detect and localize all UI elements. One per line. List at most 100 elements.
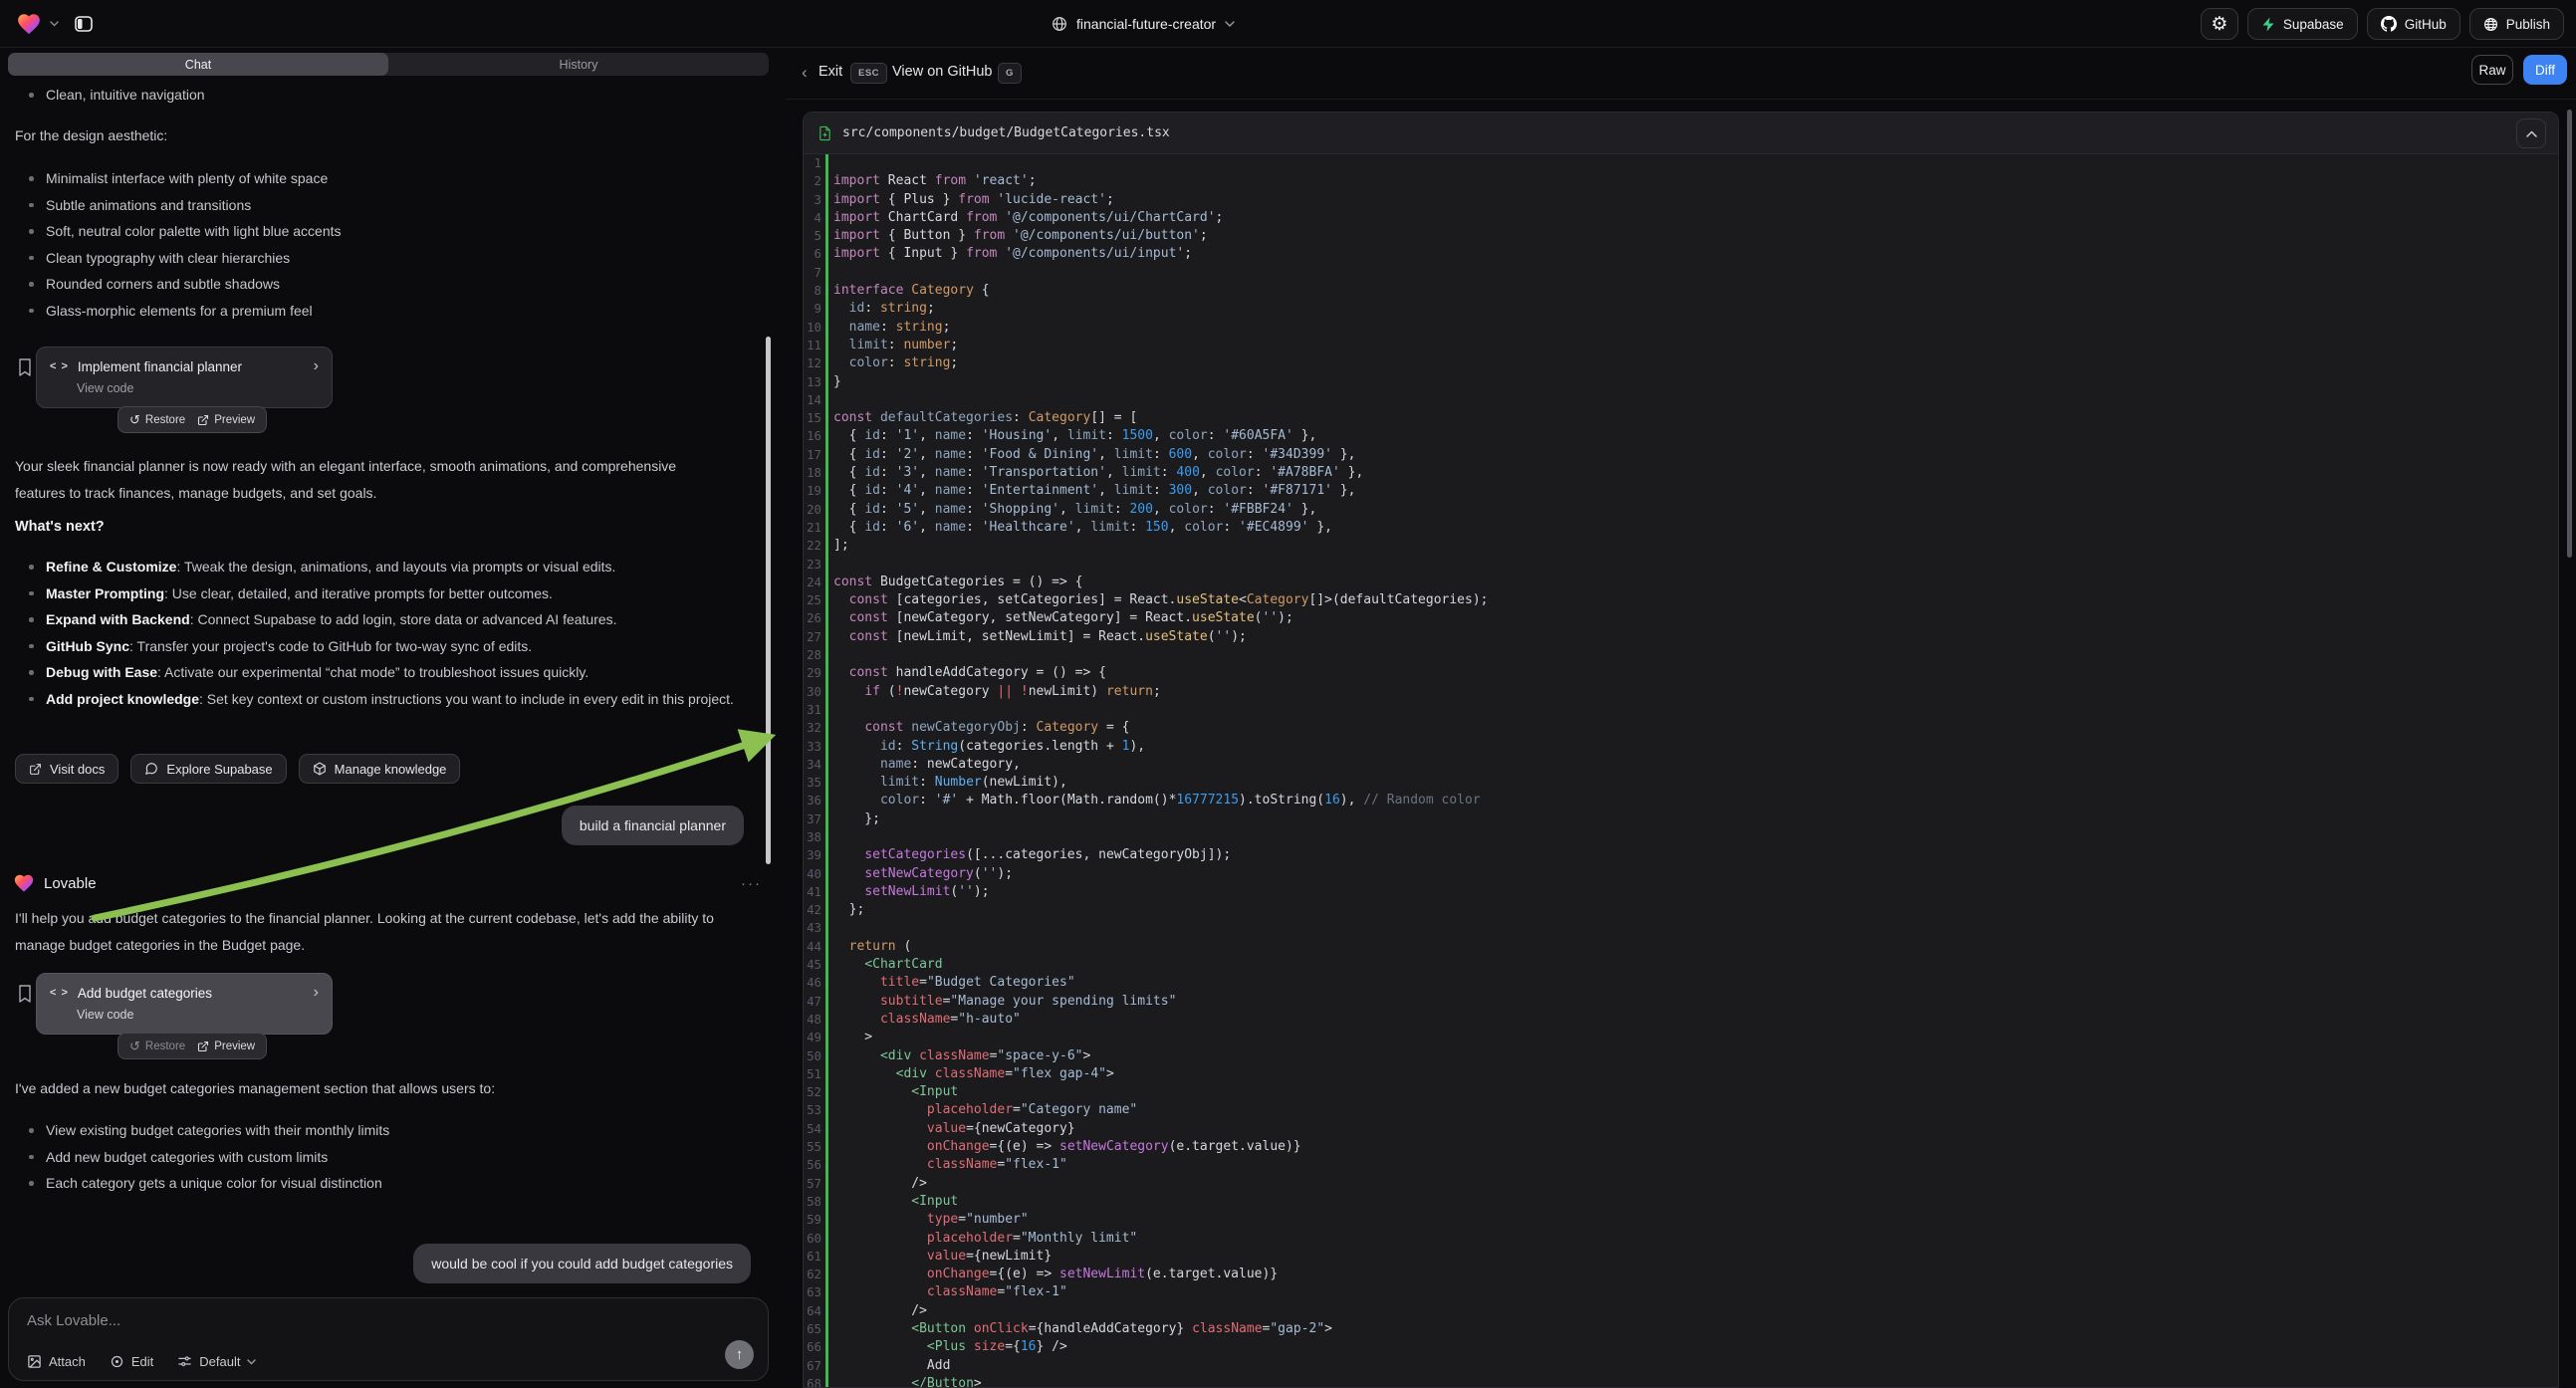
line-number: 24 xyxy=(804,574,821,591)
feature-bullet: View existing budget categories with the… xyxy=(46,1117,389,1144)
line-number: 59 xyxy=(804,1211,821,1229)
chat-scrollbar[interactable] xyxy=(766,337,771,864)
chat-input[interactable] xyxy=(27,1312,750,1342)
view-code-link[interactable]: View code xyxy=(77,1008,319,1022)
tab-chat[interactable]: Chat xyxy=(8,53,388,76)
version-card-implement-financial-planner[interactable]: < > Implement financial planner › View c… xyxy=(36,347,333,408)
line-number: 1 xyxy=(804,154,821,172)
line-number: 33 xyxy=(804,738,821,756)
code-line: 17 { id: '2', name: 'Food & Dining', lim… xyxy=(804,446,2558,464)
code-editor[interactable]: 12import React from 'react';3import { Pl… xyxy=(804,154,2558,1388)
github-button[interactable]: GitHub xyxy=(2367,8,2460,40)
attach-button[interactable]: Attach xyxy=(27,1354,86,1369)
code-line: 21 { id: '6', name: 'Healthcare', limit:… xyxy=(804,519,2558,537)
lovable-logo-icon[interactable] xyxy=(16,11,42,37)
publish-button[interactable]: Publish xyxy=(2469,8,2564,40)
supabase-button[interactable]: Supabase xyxy=(2247,8,2358,40)
feature-bullet-list: View existing budget categories with the… xyxy=(46,1117,389,1197)
tab-history[interactable]: History xyxy=(388,53,769,76)
line-number: 23 xyxy=(804,556,821,574)
line-number: 18 xyxy=(804,464,821,482)
send-button[interactable]: ↑ xyxy=(725,1340,754,1369)
chat-panel: Chat History Clean, intuitive navigation… xyxy=(0,48,779,1388)
line-number: 58 xyxy=(804,1193,821,1211)
diff-added-bar xyxy=(825,154,828,1388)
code-line: 4import ChartCard from '@/components/ui/… xyxy=(804,209,2558,227)
chevron-left-icon[interactable]: ‹ xyxy=(802,63,808,83)
preview-button[interactable]: Preview xyxy=(197,1041,255,1052)
code-line: 39 setCategories([...categories, newCate… xyxy=(804,846,2558,864)
file-path: src/components/budget/BudgetCategories.t… xyxy=(842,125,1170,140)
code-line: 45 <ChartCard xyxy=(804,956,2558,974)
code-line: 1 xyxy=(804,154,2558,172)
restore-button[interactable]: ↺Restore xyxy=(129,1040,185,1052)
next-step-bullet: Master Prompting: Use clear, detailed, a… xyxy=(46,580,755,607)
code-line: 49 > xyxy=(804,1029,2558,1046)
sliders-icon xyxy=(177,1354,192,1369)
next-steps-list: Refine & Customize: Tweak the design, an… xyxy=(46,554,755,712)
attach-label: Attach xyxy=(49,1354,86,1369)
version-card-add-budget-categories[interactable]: < > Add budget categories › View code xyxy=(36,973,333,1035)
code-line: 43 xyxy=(804,919,2558,937)
toggle-sidebar-button[interactable] xyxy=(67,8,101,40)
line-number: 17 xyxy=(804,446,821,464)
esc-shortcut-badge: ESC xyxy=(850,63,887,84)
line-number: 12 xyxy=(804,354,821,372)
restore-button[interactable]: ↺Restore xyxy=(129,413,185,426)
code-panel-header: ‹ Exit ESC View on GitHub G Raw Diff xyxy=(787,48,2576,100)
version-card-title: Add budget categories xyxy=(78,986,305,1001)
code-line: 29▾ const handleAddCategory = () => { xyxy=(804,664,2558,682)
globe-icon xyxy=(1052,16,1067,32)
bookmark-icon[interactable] xyxy=(18,358,32,376)
globe-icon xyxy=(2483,17,2498,32)
supabase-icon xyxy=(2261,17,2275,32)
code-line: 54 value={newCategory} xyxy=(804,1120,2558,1138)
line-number: 28 xyxy=(804,646,821,664)
quick-actions-row: Visit docs Explore Supabase Manage knowl… xyxy=(15,754,460,784)
gear-icon: ⚙ xyxy=(2211,15,2227,34)
external-link-icon xyxy=(197,1041,209,1052)
feature-bullet: Add new budget categories with custom li… xyxy=(46,1144,389,1171)
code-line: 50 <div className="space-y-6"> xyxy=(804,1047,2558,1065)
collapse-file-button[interactable] xyxy=(2516,118,2546,148)
code-line: 63 className="flex-1" xyxy=(804,1283,2558,1301)
edit-button[interactable]: Edit xyxy=(110,1354,153,1369)
chevron-down-icon[interactable] xyxy=(50,21,59,27)
restore-icon: ↺ xyxy=(129,413,140,426)
settings-button[interactable]: ⚙ xyxy=(2201,8,2238,40)
project-switcher[interactable]: financial-future-creator xyxy=(1052,0,1235,48)
code-line: 10 name: string; xyxy=(804,319,2558,337)
visit-docs-button[interactable]: Visit docs xyxy=(15,754,118,784)
assistant-name: Lovable xyxy=(44,875,97,892)
raw-toggle-button[interactable]: Raw xyxy=(2471,55,2513,85)
app-root: financial-future-creator ⚙ Supabase GitH… xyxy=(0,0,2576,1388)
assistant-message: I'll help you add budget categories to t… xyxy=(15,905,760,959)
diff-toggle-button[interactable]: Diff xyxy=(2523,55,2567,85)
code-line: 51 <div className="flex gap-4"> xyxy=(804,1065,2558,1083)
manage-knowledge-button[interactable]: Manage knowledge xyxy=(299,754,461,784)
line-number: 13 xyxy=(804,373,821,391)
file-header[interactable]: src/components/budget/BudgetCategories.t… xyxy=(804,113,2558,154)
restore-icon: ↺ xyxy=(129,1040,140,1052)
message-menu-button[interactable]: ··· xyxy=(741,875,762,892)
line-number: 35 xyxy=(804,774,821,792)
external-link-icon xyxy=(29,763,42,776)
explore-supabase-label: Explore Supabase xyxy=(166,762,272,777)
chevron-down-icon xyxy=(1225,21,1235,27)
preview-button[interactable]: Preview xyxy=(197,414,255,426)
next-step-bullet: Expand with Backend: Connect Supabase to… xyxy=(46,606,755,633)
code-scrollbar[interactable] xyxy=(2567,110,2572,558)
code-line: 25 const [categories, setCategories] = R… xyxy=(804,591,2558,609)
explore-supabase-button[interactable]: Explore Supabase xyxy=(130,754,286,784)
line-number: 53 xyxy=(804,1101,821,1119)
mode-select[interactable]: Default xyxy=(177,1354,256,1369)
visit-docs-label: Visit docs xyxy=(50,762,105,777)
bookmark-icon[interactable] xyxy=(18,985,32,1003)
code-panel: ‹ Exit ESC View on GitHub G Raw Diff src… xyxy=(787,48,2576,1388)
design-bullet: Clean, intuitive navigation xyxy=(46,82,205,109)
exit-button[interactable]: Exit xyxy=(819,64,842,80)
view-code-link[interactable]: View code xyxy=(77,381,319,395)
view-on-github-button[interactable]: View on GitHub xyxy=(892,64,992,80)
next-step-bullet: Refine & Customize: Tweak the design, an… xyxy=(46,554,755,580)
g-shortcut-badge: G xyxy=(998,63,1022,84)
